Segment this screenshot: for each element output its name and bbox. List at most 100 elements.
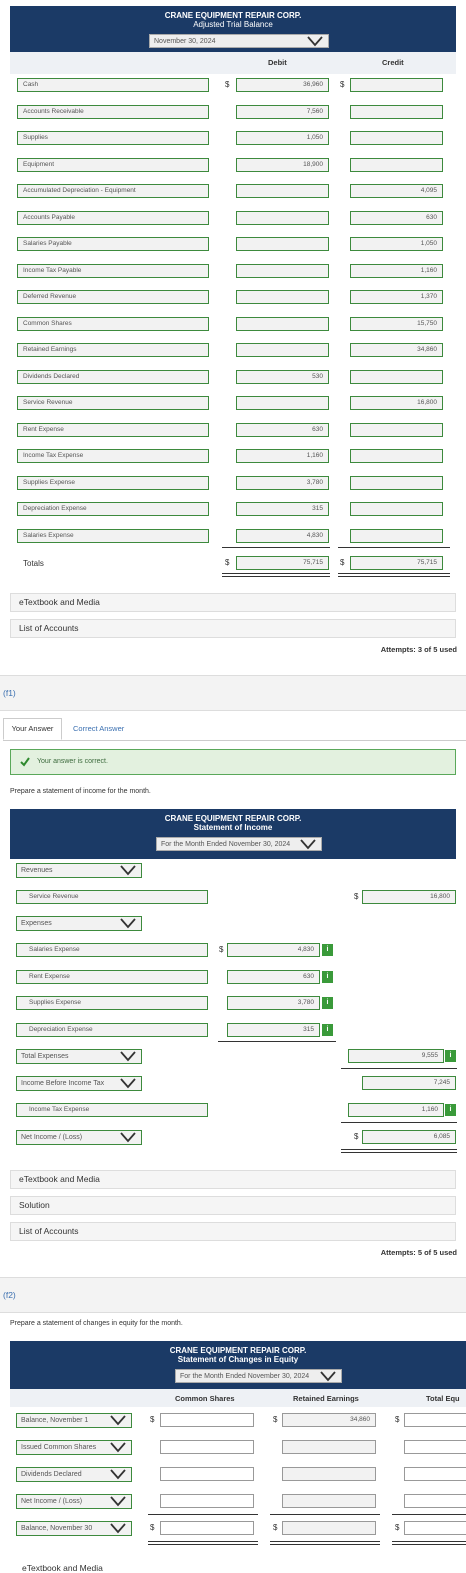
debit-amount-field[interactable]: 7,560	[236, 104, 329, 119]
retained-earnings-field[interactable]	[282, 1521, 376, 1535]
credit-amount-field[interactable]	[350, 104, 443, 119]
expense-name-field[interactable]: Supplies Expense	[16, 996, 208, 1010]
credit-amount-field[interactable]: 1,370	[350, 290, 443, 304]
expense-amount-field[interactable]: 630	[227, 969, 320, 984]
account-name-field[interactable]: Dividends Declared	[17, 369, 209, 384]
solution-link[interactable]: Solution	[10, 1196, 456, 1215]
etextbook-link-2[interactable]: eTextbook and Media	[10, 1170, 456, 1189]
account-name-field[interactable]: Accounts Receivable	[17, 104, 209, 119]
debit-amount-field[interactable]	[236, 396, 329, 410]
account-name-field[interactable]: Deferred Revenue	[17, 290, 209, 304]
equity-row-select[interactable]: Net Income / (Loss)	[16, 1494, 132, 1509]
etextbook-link[interactable]: eTextbook and Media	[10, 593, 456, 612]
total-expenses-amount[interactable]: 9,555	[348, 1049, 444, 1063]
tab-correct-answer[interactable]: Correct Answer	[73, 718, 124, 740]
net-income-amount[interactable]: 6,085	[362, 1130, 456, 1144]
retained-earnings-field[interactable]	[282, 1467, 376, 1481]
expense-name-field[interactable]: Salaries Expense	[16, 943, 208, 957]
debit-amount-field[interactable]	[236, 184, 329, 198]
debit-amount-field[interactable]: 1,050	[236, 131, 329, 145]
debit-amount-field[interactable]: 3,780	[236, 475, 329, 490]
account-name-field[interactable]: Retained Earnings	[17, 343, 209, 357]
credit-amount-field[interactable]	[350, 502, 443, 516]
income-tax-amount[interactable]: 1,160	[348, 1103, 444, 1117]
account-name-field[interactable]: Income Tax Expense	[17, 449, 209, 463]
credit-amount-field[interactable]: 630	[350, 210, 443, 225]
account-name-field[interactable]: Accounts Payable	[17, 210, 209, 225]
credit-amount-field[interactable]: 4,095	[350, 184, 443, 198]
expense-amount-field[interactable]: 315	[227, 1022, 320, 1037]
account-name-field[interactable]: Cash	[17, 78, 209, 92]
account-name-field[interactable]: Supplies Expense	[17, 475, 209, 490]
common-shares-field[interactable]	[160, 1440, 254, 1454]
account-name-field[interactable]: Equipment	[17, 157, 209, 172]
info-icon[interactable]: i	[322, 944, 333, 956]
retained-earnings-field[interactable]	[282, 1440, 376, 1454]
info-icon[interactable]: i	[322, 1023, 333, 1036]
credit-amount-field[interactable]	[350, 422, 443, 437]
account-name-field[interactable]: Rent Expense	[17, 422, 209, 437]
credit-amount-field[interactable]	[350, 449, 443, 463]
tab-your-answer[interactable]: Your Answer	[3, 718, 62, 740]
total-credit-field[interactable]: 75,715	[350, 556, 443, 570]
debit-amount-field[interactable]	[236, 290, 329, 304]
debit-amount-field[interactable]	[236, 343, 329, 357]
retained-earnings-field[interactable]: 34,860	[282, 1413, 376, 1427]
expense-name-field[interactable]: Rent Expense	[16, 969, 208, 984]
credit-amount-field[interactable]: 15,750	[350, 316, 443, 331]
total-expenses-select[interactable]: Total Expenses	[16, 1049, 142, 1064]
account-name-field[interactable]: Salaries Payable	[17, 237, 209, 251]
debit-amount-field[interactable]: 1,160	[236, 449, 329, 463]
revenues-select[interactable]: Revenues	[16, 863, 142, 878]
account-name-field[interactable]: Supplies	[17, 131, 209, 145]
income-before-tax-select[interactable]: Income Before Income Tax	[16, 1076, 142, 1091]
debit-amount-field[interactable]	[236, 316, 329, 331]
total-equity-field[interactable]	[404, 1521, 466, 1535]
common-shares-field[interactable]	[160, 1494, 254, 1508]
service-revenue-amount[interactable]: 16,800	[362, 890, 456, 904]
common-shares-field[interactable]	[160, 1413, 254, 1427]
total-equity-field[interactable]	[404, 1413, 466, 1427]
total-equity-field[interactable]	[404, 1467, 466, 1481]
account-name-field[interactable]: Depreciation Expense	[17, 502, 209, 516]
total-debit-field[interactable]: 75,715	[236, 556, 329, 570]
credit-amount-field[interactable]: 1,050	[350, 237, 443, 251]
net-income-select[interactable]: Net Income / (Loss)	[16, 1130, 142, 1145]
expenses-select[interactable]: Expenses	[16, 916, 142, 931]
total-equity-field[interactable]	[404, 1440, 466, 1454]
credit-amount-field[interactable]: 16,800	[350, 396, 443, 410]
account-name-field[interactable]: Salaries Expense	[17, 528, 209, 543]
income-tax-expense-field[interactable]: Income Tax Expense	[16, 1103, 208, 1117]
info-icon[interactable]: i	[322, 997, 333, 1009]
list-of-accounts-link[interactable]: List of Accounts	[10, 619, 456, 638]
equity-row-select[interactable]: Dividends Declared	[16, 1467, 132, 1482]
debit-amount-field[interactable]: 4,830	[236, 528, 329, 543]
info-icon[interactable]: i	[322, 970, 333, 983]
date-select[interactable]: November 30, 2024	[149, 34, 329, 48]
service-revenue-field[interactable]: Service Revenue	[16, 890, 208, 904]
equity-row-select[interactable]: Balance, November 1	[16, 1413, 132, 1428]
retained-earnings-field[interactable]	[282, 1494, 376, 1508]
credit-amount-field[interactable]	[350, 157, 443, 172]
debit-amount-field[interactable]: 315	[236, 502, 329, 516]
info-icon[interactable]: i	[445, 1050, 456, 1062]
credit-amount-field[interactable]: 1,160	[350, 263, 443, 278]
debit-amount-field[interactable]	[236, 237, 329, 251]
expense-amount-field[interactable]: 4,830	[227, 943, 320, 957]
debit-amount-field[interactable]	[236, 263, 329, 278]
account-name-field[interactable]: Service Revenue	[17, 396, 209, 410]
expense-amount-field[interactable]: 3,780	[227, 996, 320, 1010]
account-name-field[interactable]: Common Shares	[17, 316, 209, 331]
debit-amount-field[interactable]: 530	[236, 369, 329, 384]
debit-amount-field[interactable]: 36,960	[236, 78, 329, 92]
account-name-field[interactable]: Income Tax Payable	[17, 263, 209, 278]
expense-name-field[interactable]: Depreciation Expense	[16, 1022, 208, 1037]
credit-amount-field[interactable]	[350, 528, 443, 543]
list-of-accounts-link-2[interactable]: List of Accounts	[10, 1222, 456, 1241]
total-equity-field[interactable]	[404, 1494, 466, 1508]
income-before-tax-amount[interactable]: 7,245	[362, 1076, 456, 1090]
credit-amount-field[interactable]	[350, 475, 443, 490]
common-shares-field[interactable]	[160, 1521, 254, 1535]
credit-amount-field[interactable]: 34,860	[350, 343, 443, 357]
info-icon[interactable]: i	[445, 1104, 456, 1116]
